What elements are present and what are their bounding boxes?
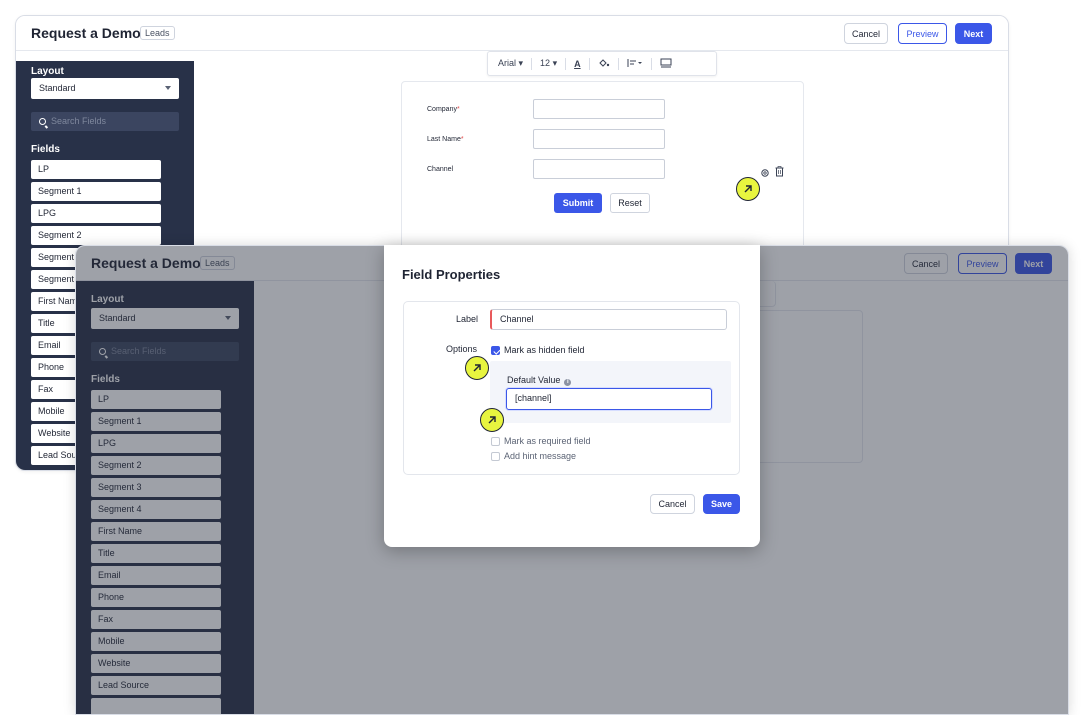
next-button[interactable]: Next — [955, 23, 992, 44]
last-name-input[interactable] — [533, 129, 665, 149]
font-family-select[interactable]: Arial ▾ — [498, 58, 523, 69]
layout-select[interactable]: Standard — [31, 78, 179, 99]
info-icon[interactable]: i — [564, 379, 572, 386]
dialog-title: Field Properties — [402, 267, 501, 282]
layout-label: Layout — [31, 66, 64, 77]
font-color-icon[interactable]: A — [574, 59, 581, 69]
channel-input[interactable] — [533, 159, 665, 179]
submit-button[interactable]: Submit — [554, 193, 602, 213]
reset-button[interactable]: Reset — [610, 193, 650, 213]
form-label-company: Company* — [427, 106, 460, 113]
form-label-channel: Channel — [427, 166, 454, 173]
label-caption: Label — [456, 314, 479, 324]
cursor-arrow-icon — [736, 177, 760, 201]
field-item[interactable]: Segment 1 — [31, 182, 161, 201]
hint-message-checkbox[interactable] — [491, 452, 500, 461]
cancel-button[interactable]: Cancel — [844, 23, 888, 44]
page-title: Request a Demo — [31, 25, 141, 41]
search-icon — [39, 118, 46, 125]
dialog-save-button[interactable]: Save — [703, 494, 740, 514]
preview-button[interactable]: Preview — [898, 23, 947, 44]
layout-icon[interactable] — [660, 58, 672, 70]
fields-label: Fields — [31, 144, 60, 155]
align-icon[interactable] — [627, 58, 643, 70]
module-badge: Leads — [140, 26, 175, 40]
dialog-cancel-button[interactable]: Cancel — [650, 494, 695, 514]
form-label-last-name: Last Name* — [427, 136, 464, 143]
cursor-arrow-icon — [480, 408, 504, 432]
cursor-arrow-icon — [465, 356, 489, 380]
properties-panel: Label Channel Options Mark as hidden fie… — [403, 301, 740, 475]
gear-icon[interactable] — [760, 165, 770, 183]
field-item[interactable]: LP — [31, 160, 161, 179]
label-input[interactable]: Channel — [490, 309, 727, 330]
field-properties-dialog: Field Properties Label Channel Options M… — [384, 245, 760, 547]
search-input[interactable]: Search Fields — [31, 112, 179, 131]
editor-header: Request a Demo Leads Cancel Preview Next — [16, 16, 1008, 51]
search-placeholder: Search Fields — [51, 116, 107, 126]
format-toolbar: Arial ▾ 12 ▾ A — [487, 51, 717, 76]
required-field-label: Mark as required field — [504, 436, 591, 446]
default-value-label: Default Value i — [507, 375, 572, 386]
hint-message-label: Add hint message — [504, 451, 577, 461]
required-field-checkbox[interactable] — [491, 437, 500, 446]
field-item[interactable]: Segment 2 — [31, 226, 161, 245]
field-item[interactable]: LPG — [31, 204, 161, 223]
options-caption: Options — [446, 344, 478, 354]
default-value-input[interactable]: [channel] — [506, 388, 712, 410]
chevron-down-icon — [165, 86, 171, 90]
fill-color-icon[interactable] — [598, 58, 610, 70]
hidden-field-checkbox[interactable] — [491, 346, 500, 355]
font-size-select[interactable]: 12 ▾ — [540, 58, 557, 69]
layout-select-value: Standard — [39, 83, 76, 93]
hidden-field-label: Mark as hidden field — [504, 345, 585, 355]
trash-icon[interactable] — [775, 164, 784, 182]
company-input[interactable] — [533, 99, 665, 119]
